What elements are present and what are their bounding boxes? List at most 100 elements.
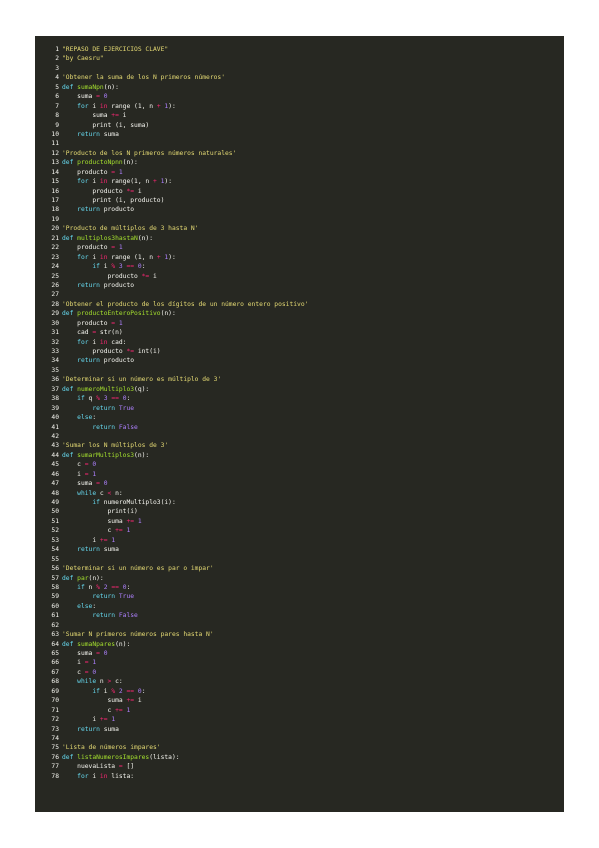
line-number: 34 <box>51 357 59 365</box>
code-token: c <box>62 527 116 535</box>
code-token: suma <box>99 130 119 138</box>
line-text: producto *= int(i) <box>62 347 558 356</box>
code-token: += <box>115 527 123 535</box>
line-number: 6 <box>55 93 59 101</box>
line-number: 47 <box>51 480 59 488</box>
code-line: 6 suma = 0 <box>45 92 558 101</box>
code-editor[interactable]: 1 "REPASO DE EJERCICIOS CLAVE" 2 "by Caesru… <box>35 36 564 812</box>
code-line: 10 return suma <box>45 130 558 139</box>
code-line: 2 "by Caesru" <box>45 54 558 63</box>
code-token: return <box>77 546 100 554</box>
line-text: for i in range (1, n + 1): <box>62 102 558 111</box>
code-token: : <box>126 583 131 591</box>
code-line: 20 'Producto de múltiplos de 3 hasta N' <box>45 224 558 233</box>
code-token: producto <box>99 206 135 214</box>
code-line: 16 producto *= i <box>45 187 558 196</box>
code-token: return <box>77 206 100 214</box>
line-number: 10 <box>51 130 59 138</box>
code-line: 51 suma += 1 <box>45 517 558 526</box>
code-token: 1 <box>118 168 123 176</box>
line-number: 69 <box>51 687 59 695</box>
code-token: i <box>99 263 112 271</box>
line-number: 59 <box>51 593 59 601</box>
line-text: c = 0 <box>62 668 558 677</box>
code-token: producto <box>62 319 112 327</box>
code-token: return <box>92 593 116 601</box>
line-text: 'Determinar si un número es par o impar' <box>62 564 558 573</box>
code-token: 0 <box>103 93 108 101</box>
code-line: 44 def sumarMultiplos3(n): <box>45 451 558 460</box>
code-token: i <box>99 687 112 695</box>
code-line: 19 <box>45 215 558 224</box>
line-text: return suma <box>62 545 558 554</box>
code-token: n: <box>111 489 123 497</box>
code-token: == <box>111 395 119 403</box>
line-text: nuevaLista = [] <box>62 762 558 771</box>
code-token: suma <box>99 725 119 733</box>
line-number: 20 <box>51 225 59 233</box>
code-line: 17 print (i, producto) <box>45 196 558 205</box>
code-token: False <box>118 612 138 620</box>
code-line: 73 return suma <box>45 725 558 734</box>
line-text: suma += i <box>62 111 558 120</box>
code-line: 64 def sumaNpares(n): <box>45 640 558 649</box>
code-line: 74 <box>45 734 558 743</box>
code-line: 24 if i % 3 == 0: <box>45 262 558 271</box>
line-number: 17 <box>51 197 59 204</box>
code-token: "by Caesru" <box>62 55 104 63</box>
code-token: (n): <box>88 574 104 582</box>
code-token: c <box>62 461 85 469</box>
code-line: 11 <box>45 139 558 148</box>
code-token: suma <box>62 93 97 101</box>
line-text: for i in lista: <box>62 772 558 781</box>
code-line: 37 def numeroMultiplo3(q): <box>45 385 558 394</box>
line-number: 28 <box>51 300 59 308</box>
line-text: 'Producto de múltiplos de 3 hasta N' <box>62 224 558 233</box>
line-number: 24 <box>51 263 59 271</box>
code-token: def <box>62 234 78 242</box>
code-token: if <box>92 687 100 695</box>
line-text: def sumaNpn(n): <box>62 83 558 92</box>
code-token: n <box>96 678 108 686</box>
code-token: par <box>77 574 89 582</box>
code-area[interactable]: 1 "REPASO DE EJERCICIOS CLAVE" 2 "by Caesru… <box>45 45 558 781</box>
code-token: return <box>77 725 100 733</box>
line-text: c = 0 <box>62 460 558 469</box>
code-token: 'Sumar los N múltiplos de 3' <box>62 442 169 450</box>
code-token: [] <box>122 763 135 771</box>
code-token: n <box>84 583 97 591</box>
line-text: while n > c: <box>62 677 558 686</box>
code-token: if <box>92 499 100 506</box>
code-token: for <box>77 338 89 346</box>
code-token: producto <box>62 348 127 355</box>
line-text: c += 1 <box>62 526 558 535</box>
code-token: if <box>77 395 85 403</box>
code-token: producto <box>99 357 135 365</box>
code-line: 56 'Determinar si un número es par o impa… <box>45 564 558 573</box>
line-number: 74 <box>51 734 59 742</box>
line-number: 70 <box>51 697 59 705</box>
code-token: suma <box>62 650 97 657</box>
code-token: *= <box>126 348 135 355</box>
line-number: 14 <box>51 168 59 176</box>
line-text <box>62 215 558 224</box>
code-token: 'Determinar si un número es par o impar' <box>62 565 214 573</box>
line-text: cad = str(n) <box>62 328 558 337</box>
line-text: for i in cad: <box>62 338 558 347</box>
code-token: : <box>126 395 131 403</box>
code-token: 'Determinar si un número es múltiplo de … <box>62 376 222 384</box>
code-token: i <box>88 102 100 110</box>
code-token: 1 <box>126 706 131 714</box>
code-line: 4 'Obtener la suma de los N primeros núme… <box>45 73 558 82</box>
line-text: i = 1 <box>62 658 558 667</box>
code-token: 'Obtener la suma de los N primeros númer… <box>62 74 226 82</box>
code-token: nuevaLista <box>62 763 119 771</box>
code-token: suma <box>62 480 97 488</box>
